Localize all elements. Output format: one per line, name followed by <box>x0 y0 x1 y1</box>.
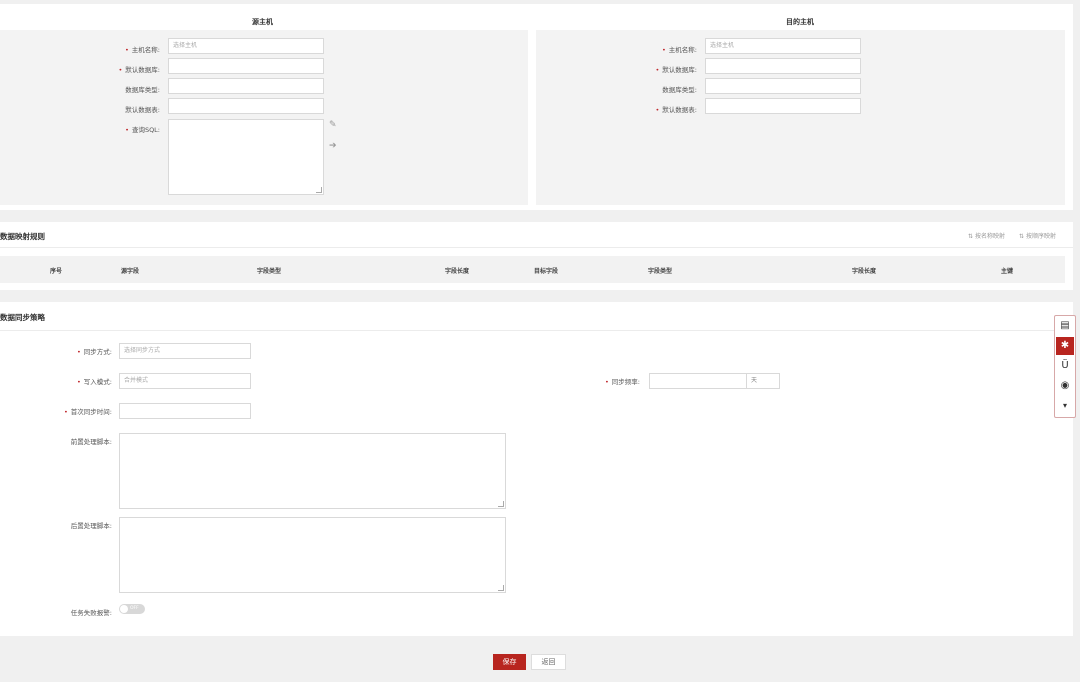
mapping-table-header: 序号 源字段 字段类型 字段长度 目标字段 字段类型 字段长度 主键 <box>0 256 1065 283</box>
hosts-panel: 源主机 目的主机 • 主机名称: 选择主机 • 默认数据库: 数据库类型: 默认数据… <box>0 4 1073 210</box>
mapping-panel: 数据映射规则 ⇅ 按名称映射 ⇅ 按顺序映射 序号 源字段 字段类型 字段长度 … <box>0 222 1073 290</box>
sync-freq-unit[interactable]: 天 <box>746 373 780 389</box>
source-default-db-select[interactable] <box>168 58 324 74</box>
sort-icon: ⇅ <box>968 233 974 240</box>
target-default-db-select[interactable] <box>705 58 861 74</box>
post-script-textarea[interactable] <box>119 517 506 593</box>
sync-freq-label: • 同步频率: <box>604 378 640 386</box>
divider <box>0 330 1073 331</box>
mapping-title: 数据映射规则 <box>0 232 45 241</box>
divider <box>0 247 1073 248</box>
first-sync-label: • 首次同步时间: <box>63 408 112 416</box>
map-by-name-button[interactable]: ⇅ 按名称映射 <box>968 231 1005 240</box>
source-host-name-label: • 主机名称: <box>124 46 160 54</box>
floating-toolbar: ▤ ✱ Ü ◉ ▾ <box>1054 315 1076 418</box>
save-button[interactable]: 保存 <box>493 654 526 670</box>
col-target-type: 字段类型 <box>648 268 673 275</box>
target-default-table-label: • 默认数据表: <box>655 106 697 114</box>
strategy-title: 数据同步策略 <box>0 313 45 322</box>
col-target-length: 字段长度 <box>852 268 877 275</box>
toggle-state-text: OFF <box>130 605 139 611</box>
post-script-label: 后置处理脚本: <box>70 522 112 530</box>
col-source-type: 字段类型 <box>257 268 282 275</box>
source-host-form: • 主机名称: 选择主机 • 默认数据库: 数据库类型: 默认数据表: • 查询SQL… <box>0 30 528 205</box>
fail-alert-toggle[interactable]: OFF <box>119 604 145 614</box>
arrow-right-icon[interactable]: ➔ <box>329 141 337 151</box>
fail-alert-label: 任务失败报警: <box>70 609 112 617</box>
gear-icon[interactable]: ✱ <box>1056 337 1074 355</box>
toggle-knob <box>120 605 128 613</box>
sort-icon: ⇅ <box>1019 233 1025 240</box>
write-mode-select[interactable]: 合并模式 <box>119 373 251 389</box>
source-query-sql-label: • 查询SQL: <box>125 126 160 134</box>
write-mode-label: • 写入模式: <box>76 378 112 386</box>
map-by-order-button[interactable]: ⇅ 按顺序映射 <box>1019 231 1056 240</box>
target-default-table-select[interactable] <box>705 98 861 114</box>
target-icon[interactable]: ◉ <box>1056 377 1074 395</box>
source-default-table-label: 默认数据表: <box>125 106 160 114</box>
target-host-name-select[interactable]: 选择主机 <box>705 38 861 54</box>
magnet-icon[interactable]: Ü <box>1056 357 1074 375</box>
sync-mode-select[interactable]: 选择同步方式 <box>119 343 251 359</box>
col-primary-key: 主键 <box>1001 268 1014 275</box>
target-db-type-input[interactable] <box>705 78 861 94</box>
col-source-field: 源字段 <box>121 268 140 275</box>
target-host-name-label: • 主机名称: <box>661 46 697 54</box>
col-source-length: 字段长度 <box>445 268 470 275</box>
pre-script-textarea[interactable] <box>119 433 506 509</box>
sync-mode-label: • 同步方式: <box>76 348 112 356</box>
target-host-title: 目的主机 <box>786 18 814 26</box>
source-db-type-input[interactable] <box>168 78 324 94</box>
edit-pencil-icon[interactable]: ✎ <box>329 120 337 130</box>
source-host-title: 源主机 <box>252 18 273 26</box>
target-host-form: • 主机名称: 选择主机 • 默认数据库: 数据库类型: • 默认数据表: <box>536 30 1065 205</box>
source-host-name-select[interactable]: 选择主机 <box>168 38 324 54</box>
strategy-panel: 数据同步策略 • 同步方式: 选择同步方式 • 写入模式: 合并模式 • 同步频率: … <box>0 302 1073 636</box>
pre-script-label: 前置处理脚本: <box>70 438 112 446</box>
target-default-db-label: • 默认数据库: <box>655 66 697 74</box>
target-db-type-label: 数据库类型: <box>662 86 697 94</box>
back-button[interactable]: 返回 <box>531 654 566 670</box>
source-db-type-label: 数据库类型: <box>125 86 160 94</box>
source-default-table-select[interactable] <box>168 98 324 114</box>
document-icon[interactable]: ▤ <box>1056 317 1074 335</box>
col-target-field: 目标字段 <box>534 268 559 275</box>
first-sync-time-input[interactable] <box>119 403 251 419</box>
caret-down-icon[interactable]: ▾ <box>1056 397 1074 415</box>
col-index: 序号 <box>50 268 63 275</box>
sync-freq-input[interactable] <box>649 373 747 389</box>
source-default-db-label: • 默认数据库: <box>118 66 160 74</box>
source-query-sql-textarea[interactable] <box>168 119 324 195</box>
